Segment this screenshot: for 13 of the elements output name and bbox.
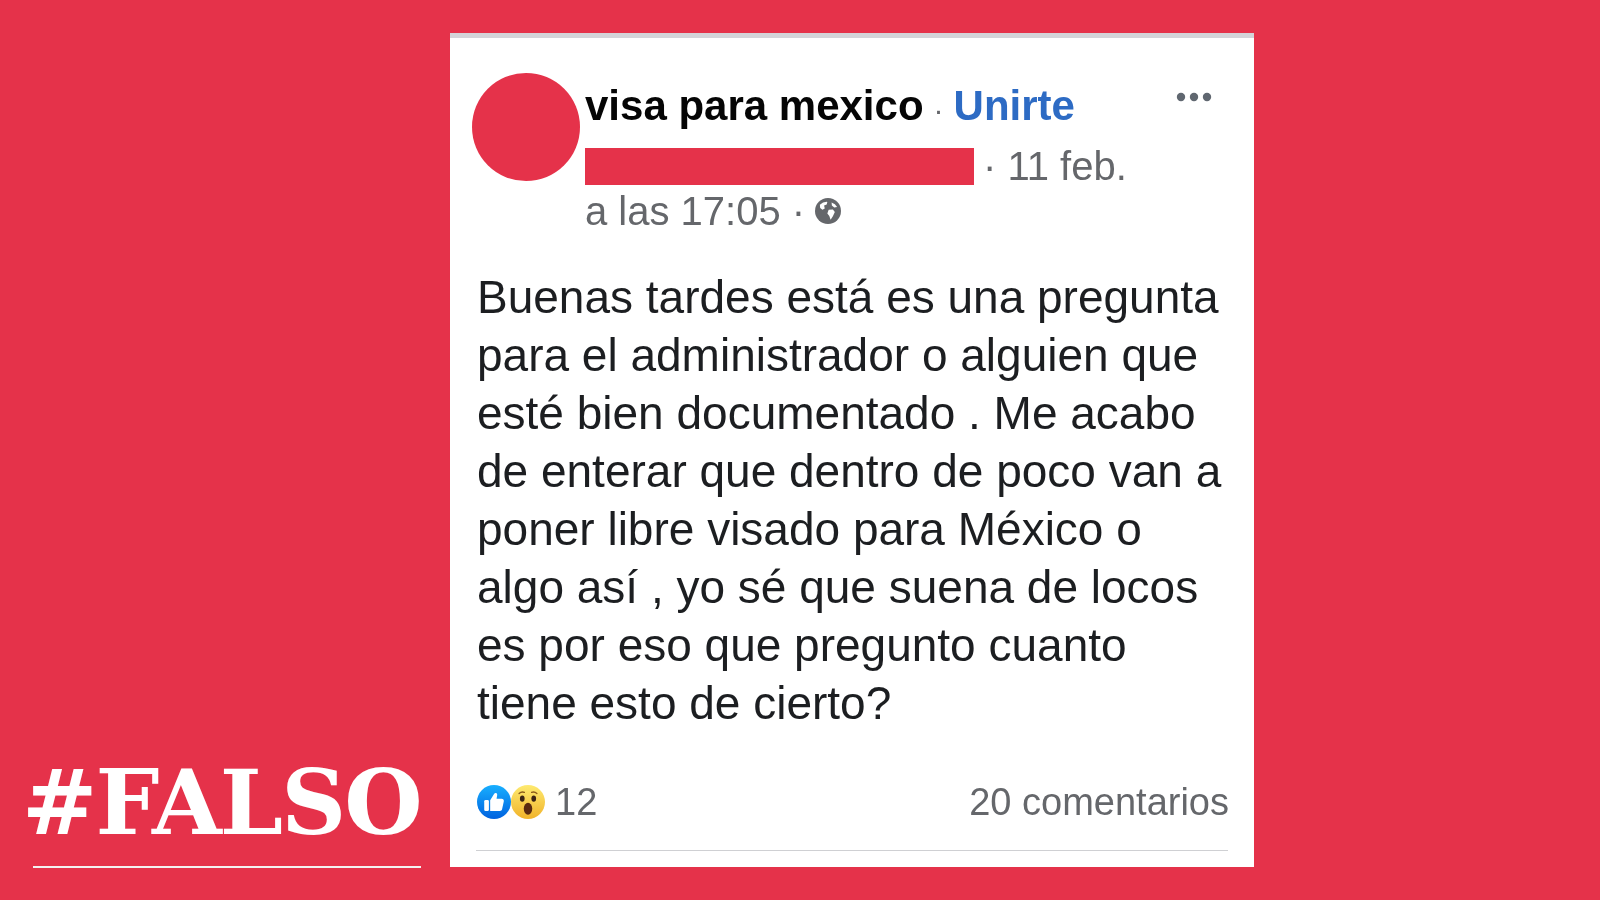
post-text: Buenas tardes está es una pregunta para el administrador o alguien que esté bien documentado . Me acabo de enterar que dentro de poco van a poner libre visado para México o algo así , yo sé que suena de locos es por eso que pregunto cuanto tiene esto de cierto? [477,270,1223,731]
surprised-face-icon [511,785,545,819]
globe-icon [815,198,842,224]
join-link[interactable]: Unirte [953,82,1075,130]
thumbs-up-icon [477,785,511,819]
group-name[interactable]: visa para mexico [585,82,924,130]
reaction-count[interactable]: 12 [555,780,598,824]
post-time: a las 17:05 · [585,191,806,231]
comments-link[interactable]: 20 comentarios [969,780,1229,824]
more-icon[interactable] [1176,92,1212,102]
separator: · [933,92,944,128]
post-date[interactable]: · 11 feb. [983,143,1127,189]
verdict-label: #FALSO [22,757,421,847]
